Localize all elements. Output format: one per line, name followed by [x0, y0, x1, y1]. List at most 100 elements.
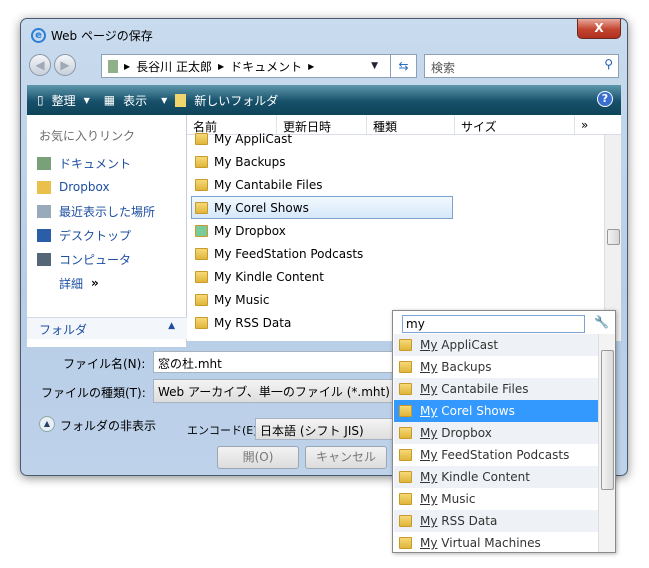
- address-dropdown-icon[interactable]: ▼: [371, 61, 378, 71]
- folder-icon: [399, 515, 412, 527]
- file-row[interactable]: My Dropbox: [187, 219, 621, 242]
- match-rest: FeedStation Podcasts: [437, 448, 570, 462]
- more-label: 詳細: [59, 276, 84, 291]
- item-label: My RSS Data: [420, 514, 497, 528]
- match-rest: Kindle Content: [437, 470, 530, 484]
- chevron-up-icon: ▲: [168, 321, 175, 331]
- match-prefix: My: [420, 360, 438, 374]
- folder-icon: [399, 361, 412, 373]
- item-label: My AppliCast: [420, 338, 498, 352]
- folder-icon: [399, 427, 412, 439]
- match-prefix: My: [420, 514, 438, 528]
- folders-toggle[interactable]: フォルダ ▲: [27, 317, 187, 339]
- autocomplete-item[interactable]: My Kindle Content: [394, 466, 599, 488]
- autocomplete-item[interactable]: My AppliCast: [394, 334, 599, 356]
- sidebar-item-recent[interactable]: 最近表示した場所: [27, 199, 186, 223]
- ie-icon: e: [31, 28, 46, 43]
- match-prefix: My: [420, 404, 438, 418]
- title-bar: e Web ページの保存: [31, 27, 153, 44]
- filetype-select[interactable]: Web アーカイブ、単一のファイル (*.mht): [153, 379, 413, 403]
- cancel-button[interactable]: キャンセル: [305, 446, 387, 469]
- sidebar-item-label: ドキュメント: [59, 156, 132, 171]
- folder-icon: [195, 178, 208, 191]
- filetype-label: ファイルの種類(T):: [41, 386, 146, 400]
- autocomplete-item[interactable]: My Backups: [394, 356, 599, 378]
- autocomplete-scrollbar[interactable]: [598, 334, 615, 552]
- user-folder-icon: [108, 59, 118, 73]
- item-label: My Corel Shows: [420, 404, 515, 418]
- close-button[interactable]: X: [577, 19, 621, 39]
- refresh-button[interactable]: ⇆: [390, 54, 417, 78]
- dropbox-folder-icon: [37, 180, 51, 194]
- search-icon: ⚲: [604, 57, 613, 71]
- wrench-icon[interactable]: 🔧: [594, 315, 609, 329]
- autocomplete-item[interactable]: My Dropbox: [394, 422, 599, 444]
- autocomplete-input[interactable]: my: [402, 315, 585, 333]
- hide-folders-icon[interactable]: ▲: [39, 416, 55, 432]
- folder-icon: [195, 293, 208, 306]
- dropbox-folder-icon: [195, 224, 208, 237]
- forward-button[interactable]: ▶: [54, 54, 76, 76]
- encoding-select[interactable]: 日本語 (シフト JIS): [255, 418, 405, 440]
- folder-icon: [399, 471, 412, 483]
- sidebar-item-dropbox[interactable]: Dropbox: [27, 175, 186, 199]
- help-button[interactable]: ?: [597, 91, 613, 107]
- file-row[interactable]: My Backups: [187, 150, 621, 173]
- item-label: My Dropbox: [420, 426, 492, 440]
- autocomplete-item[interactable]: My Cantabile Files: [394, 378, 599, 400]
- file-row[interactable]: My Kindle Content: [187, 265, 621, 288]
- search-input[interactable]: 検索 ⚲: [424, 54, 619, 78]
- file-row[interactable]: My FeedStation Podcasts: [187, 242, 621, 265]
- autocomplete-item[interactable]: My Music: [394, 488, 599, 510]
- match-prefix: My: [420, 426, 438, 440]
- sidebar-item-documents[interactable]: ドキュメント: [27, 151, 186, 175]
- more-link[interactable]: 詳細 »: [27, 271, 186, 295]
- file-name: My FeedStation Podcasts: [214, 246, 364, 261]
- favorites-header: お気に入りリンク: [39, 129, 136, 143]
- sidebar-item-computer[interactable]: コンピュータ: [27, 247, 186, 271]
- match-rest: Virtual Machines: [437, 536, 541, 550]
- sidebar-item-desktop[interactable]: デスクトップ: [27, 223, 186, 247]
- item-label: My Cantabile Files: [420, 382, 529, 396]
- item-label: My Music: [420, 492, 475, 506]
- file-row[interactable]: My Music: [187, 288, 621, 311]
- folders-label: フォルダ: [39, 323, 88, 337]
- chevron-down-icon: ▼: [161, 95, 168, 105]
- autocomplete-item[interactable]: My FeedStation Podcasts: [394, 444, 599, 466]
- open-button[interactable]: 開(O): [217, 446, 299, 469]
- file-row[interactable]: My Cantabile Files: [187, 173, 621, 196]
- scrollbar-thumb[interactable]: [607, 229, 620, 245]
- autocomplete-item[interactable]: My RSS Data: [394, 510, 599, 532]
- item-label: My Backups: [420, 360, 492, 374]
- sidebar-item-label: 最近表示した場所: [59, 204, 156, 219]
- documents-icon: [37, 156, 51, 170]
- back-button[interactable]: ◀: [29, 54, 51, 76]
- hide-folders-button[interactable]: フォルダの非表示: [60, 417, 156, 434]
- match-prefix: My: [420, 382, 438, 396]
- scrollbar-thumb[interactable]: [601, 350, 614, 490]
- folder-icon: [195, 247, 208, 260]
- sidebar: お気に入りリンク ドキュメント Dropbox 最近表示した場所 デスクトップ …: [27, 115, 187, 347]
- autocomplete-item[interactable]: My Virtual Machines: [394, 532, 599, 554]
- more-columns-icon[interactable]: »: [575, 115, 594, 134]
- filename-input[interactable]: 窓の杜.mht: [153, 351, 413, 373]
- column-size[interactable]: サイズ: [455, 115, 575, 134]
- new-folder-button[interactable]: 新しいフォルダ: [194, 92, 278, 109]
- views-button[interactable]: 表示: [123, 92, 147, 109]
- file-row-selected[interactable]: My Corel Shows: [191, 196, 453, 219]
- match-rest: Corel Shows: [437, 404, 515, 418]
- double-chevron-icon: »: [91, 276, 99, 290]
- file-name: My Dropbox: [214, 223, 286, 238]
- breadcrumb-user[interactable]: 長谷川 正太郎: [136, 58, 212, 75]
- address-bar[interactable]: ▶ 長谷川 正太郎 ▶ ドキュメント ▶ ▼: [101, 54, 417, 78]
- new-folder-icon: [175, 93, 187, 107]
- folder-icon: [195, 316, 208, 329]
- match-prefix: My: [420, 492, 438, 506]
- match-prefix: My: [420, 536, 438, 550]
- column-type[interactable]: 種類: [367, 115, 455, 134]
- organize-button[interactable]: 整理: [52, 92, 76, 109]
- autocomplete-item[interactable]: My Corel Shows: [394, 400, 599, 422]
- folder-icon: [399, 339, 412, 351]
- breadcrumb-documents[interactable]: ドキュメント: [230, 58, 302, 75]
- file-name: My Kindle Content: [214, 269, 324, 284]
